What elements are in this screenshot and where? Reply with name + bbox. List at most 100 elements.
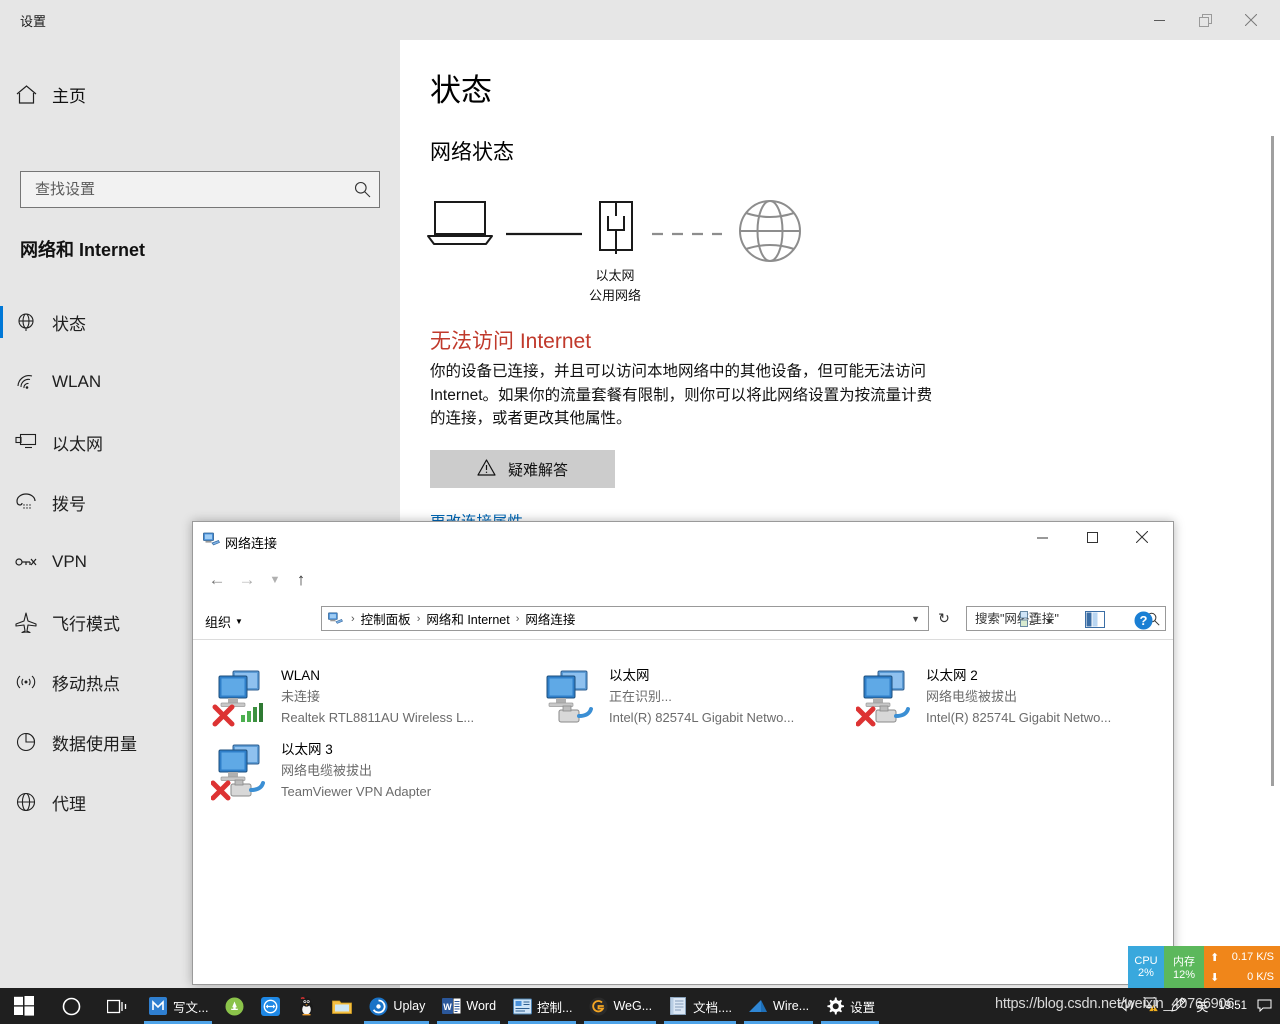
svg-text:W: W [443, 1002, 452, 1012]
close-icon[interactable] [1119, 522, 1165, 552]
vpn-key-icon [0, 555, 52, 569]
taskbar-app-label: 文档.... [693, 1000, 733, 1015]
taskbar-app-uplay[interactable]: Uplay [360, 988, 433, 1024]
search-input[interactable] [21, 181, 345, 198]
list-item[interactable]: 以太网 正在识别... Intel(R) 82574L Gigabit Netw… [531, 659, 851, 731]
taskbar-app-control-panel[interactable]: 控制... [504, 988, 580, 1024]
memory-value: 12% [1172, 969, 1196, 981]
taskbar-app-label: 写文... [173, 1000, 209, 1015]
search-settings-box[interactable] [20, 171, 380, 208]
help-icon[interactable]: ? [1134, 611, 1153, 635]
sidebar-item-label: 代理 [52, 794, 86, 814]
rj45-plug-icon [230, 779, 265, 797]
sidebar-item-label: 数据使用量 [52, 734, 137, 754]
sidebar-item-ethernet[interactable]: 以太网 [0, 412, 400, 472]
proxy-globe-icon [0, 792, 52, 812]
network-status-diagram [422, 190, 822, 275]
explorer-navigation-bar: ← → ▼ ↑ › 控制面板 › 网络和 Internet › 网络连接 ▼ ↻… [193, 560, 1173, 631]
network-warning-icon[interactable] [1144, 997, 1161, 1015]
taskbar-app-document[interactable]: 文档.... [660, 988, 740, 1024]
change-view-button[interactable]: ▼ [1020, 610, 1053, 633]
minimize-icon[interactable] [1019, 522, 1065, 552]
clock[interactable]: 19:51 [1218, 1000, 1247, 1013]
search-icon[interactable] [345, 181, 379, 198]
wegame-icon [588, 996, 608, 1016]
view-list-icon [1020, 610, 1039, 633]
sidebar-item-wlan[interactable]: WLAN [0, 352, 400, 412]
taskbar-app-wireshark[interactable]: Wire... [740, 988, 817, 1024]
hotspot-icon [0, 673, 52, 691]
globe-status-icon [0, 312, 52, 332]
cpu-usage-cell: CPU 2% [1128, 946, 1164, 988]
upload-speed-row: ⬆ 0.17 K/S [1210, 947, 1274, 967]
organize-button[interactable]: 组织 ▼ [205, 612, 243, 631]
taskbar-app-maxthon[interactable]: 写文... [140, 988, 216, 1024]
network-adapter-icon [539, 665, 601, 727]
taskbar-app-word[interactable]: W Word [433, 988, 504, 1024]
airplane-icon [0, 611, 52, 633]
teamviewer-icon [260, 996, 280, 1016]
download-speed-row: ⬇ 0 K/S [1210, 967, 1274, 987]
maximize-icon[interactable] [1182, 0, 1228, 40]
preview-pane-button[interactable] [1085, 611, 1105, 633]
network-adapter-icon [210, 739, 273, 801]
connection-state: 网络电缆被拔出 [281, 763, 373, 778]
forward-icon[interactable]: → [235, 568, 259, 592]
red-x-icon [212, 704, 235, 727]
task-view-icon[interactable] [94, 988, 140, 1024]
qq-penguin-icon [296, 996, 316, 1016]
taskbar-app-teamviewer[interactable] [252, 988, 288, 1024]
home-label: 主页 [52, 86, 86, 106]
taskbar-app-settings[interactable]: 设置 [817, 988, 883, 1024]
taskbar-app-wegame[interactable]: WeG... [580, 988, 660, 1024]
page-title: 状态 [430, 73, 492, 108]
performance-monitor-widget[interactable]: CPU 2% 内存 12% ⬆ 0.17 K/S ⬇ 0 K/S [1128, 946, 1280, 988]
connection-device: Intel(R) 82574L Gigabit Netwo... [926, 710, 1112, 725]
connection-device: TeamViewer VPN Adapter [281, 784, 432, 799]
cortana-circle-icon[interactable] [48, 988, 94, 1024]
svg-text:?: ? [1140, 613, 1148, 628]
taskbar-app-file-explorer[interactable] [324, 988, 360, 1024]
download-speed-value: 0 K/S [1247, 971, 1274, 983]
explorer-titlebar: 网络连接 [193, 522, 1173, 560]
sidebar-item-home[interactable]: 主页 [0, 72, 400, 116]
minimize-icon[interactable] [1136, 0, 1182, 40]
connection-state: 网络电缆被拔出 [926, 689, 1018, 704]
selection-indicator [0, 486, 3, 518]
word-icon: W [441, 996, 461, 1016]
home-icon [0, 84, 52, 104]
up-icon[interactable]: ↑ [289, 568, 313, 592]
list-item[interactable]: WLAN 未连接 Realtek RTL8811AU Wireless L... [203, 659, 523, 731]
laptop-icon [427, 201, 493, 245]
pen-icon[interactable] [1171, 997, 1186, 1015]
volume-icon[interactable] [1118, 997, 1134, 1015]
settings-titlebar: 设置 [0, 0, 1280, 40]
settings-scrollbar[interactable] [1271, 136, 1274, 786]
chevron-down-icon[interactable]: ▼ [263, 568, 287, 592]
network-adapter-icon [211, 665, 273, 727]
windows-start-icon[interactable] [0, 988, 48, 1024]
dialup-phone-icon [0, 493, 52, 511]
warning-triangle-icon [477, 458, 496, 480]
notification-icon[interactable] [1257, 997, 1272, 1015]
wifi-icon [0, 373, 52, 391]
sidebar-item-status[interactable]: 状态 [0, 292, 400, 352]
explorer-window-title: 网络连接 [225, 536, 278, 551]
ethernet-port-icon [599, 201, 633, 254]
maximize-icon[interactable] [1069, 522, 1115, 552]
back-icon[interactable]: ← [205, 568, 229, 592]
connection-state: 未连接 [281, 689, 321, 704]
status-description: 你的设备已连接，并且可以访问本地网络中的其他设备，但可能无法访问 Interne… [430, 363, 933, 427]
settings-window-title: 设置 [20, 14, 47, 29]
list-item[interactable]: 以太网 2 网络电缆被拔出 Intel(R) 82574L Gigabit Ne… [848, 659, 1168, 731]
ime-indicator[interactable]: 英 [1196, 998, 1208, 1015]
taskbar-app-android-studio[interactable] [216, 988, 252, 1024]
chevron-down-icon[interactable]: ▼ [1045, 617, 1053, 626]
connection-name: 以太网 [609, 668, 650, 683]
connection-device: Intel(R) 82574L Gigabit Netwo... [609, 710, 795, 725]
troubleshoot-button[interactable]: 疑难解答 [430, 450, 615, 488]
list-item[interactable]: 以太网 3 网络电缆被拔出 TeamViewer VPN Adapter [203, 733, 523, 805]
close-icon[interactable] [1228, 0, 1274, 40]
network-adapter-icon [855, 665, 918, 727]
taskbar-app-qq[interactable] [288, 988, 324, 1024]
